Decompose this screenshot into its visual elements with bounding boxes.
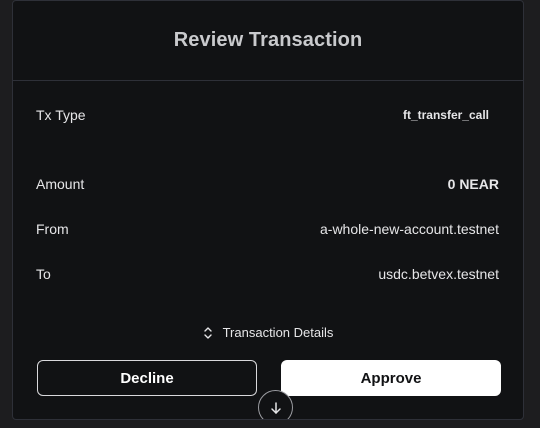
- amount-value: 0 NEAR: [447, 176, 499, 192]
- to-row: To usdc.betvex.testnet: [36, 266, 499, 282]
- from-value: a-whole-new-account.testnet: [320, 221, 499, 237]
- to-label: To: [36, 266, 51, 282]
- tx-type-value: ft_transfer_call: [402, 108, 489, 122]
- scroll-down-button[interactable]: [258, 390, 293, 419]
- from-label: From: [36, 221, 69, 237]
- review-transaction-card: Review Transaction Tx Type ft_transfer_c…: [12, 0, 524, 420]
- arrow-down-icon: [270, 401, 281, 414]
- approve-button[interactable]: Approve: [281, 360, 501, 396]
- transaction-details-label: Transaction Details: [222, 325, 334, 340]
- transaction-details-toggle[interactable]: Transaction Details: [13, 325, 523, 340]
- card-header: Review Transaction: [13, 1, 523, 81]
- from-row: From a-whole-new-account.testnet: [36, 221, 499, 237]
- chevron-up-down-icon: [203, 326, 212, 339]
- tx-type-label: Tx Type: [36, 107, 86, 123]
- page-title: Review Transaction: [173, 29, 363, 51]
- amount-row: Amount 0 NEAR: [36, 176, 499, 192]
- to-value: usdc.betvex.testnet: [378, 266, 499, 282]
- decline-button[interactable]: Decline: [37, 360, 257, 396]
- amount-label: Amount: [36, 176, 85, 192]
- tx-type-row: Tx Type ft_transfer_call: [36, 107, 499, 123]
